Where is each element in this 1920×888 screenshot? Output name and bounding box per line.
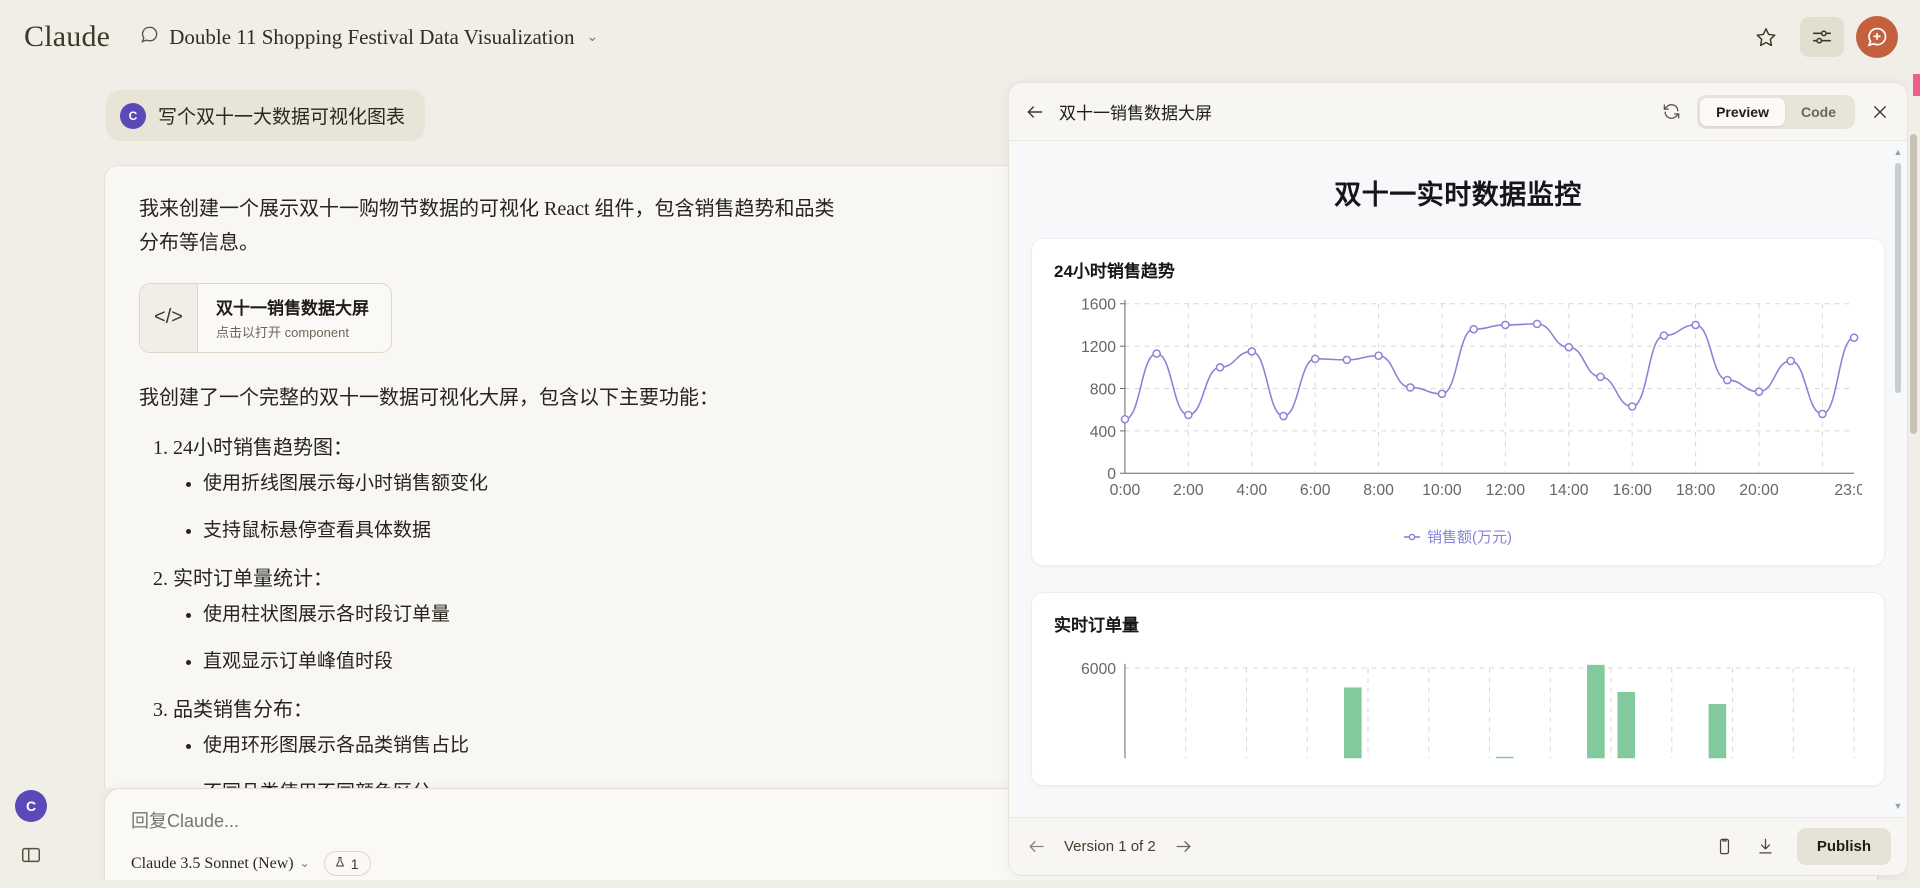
- chart-legend-line: 销售额(万元): [1054, 526, 1862, 551]
- scroll-down-icon[interactable]: ▼: [1893, 801, 1903, 811]
- artifact-footer: Version 1 of 2 Publish: [1009, 817, 1907, 875]
- conversation-title-button[interactable]: Double 11 Shopping Festival Data Visuali…: [140, 25, 598, 50]
- svg-text:6:00: 6:00: [1300, 482, 1331, 499]
- svg-text:12:00: 12:00: [1486, 482, 1526, 499]
- clipboard-icon[interactable]: [1715, 837, 1734, 856]
- conversation-title-text: Double 11 Shopping Festival Data Visuali…: [169, 24, 575, 49]
- sales-trend-chart-card: 24小时销售趋势 0 400 800 1200 1600 0:00 2:00 4:00 6:0…: [1031, 238, 1885, 567]
- artifact-header: 双十一销售数据大屏 Preview Code: [1009, 83, 1907, 141]
- chevron-down-icon: ⌄: [299, 856, 310, 870]
- window-scrollbar[interactable]: [1908, 74, 1920, 888]
- version-prev-button[interactable]: [1027, 837, 1046, 856]
- tab-preview[interactable]: Preview: [1700, 97, 1785, 126]
- svg-text:0: 0: [1107, 466, 1116, 483]
- artifact-scrollbar[interactable]: ▲ ▼: [1893, 147, 1903, 811]
- svg-text:10:00: 10:00: [1422, 482, 1462, 499]
- claude-app-window: Claude Double 11 Shopping Festival Data …: [0, 0, 1920, 888]
- artifact-content: 双十一实时数据监控 24小时销售趋势 0 400 800 1200 1600 0:00 2…: [1009, 141, 1907, 817]
- svg-text:23:00: 23:00: [1834, 482, 1862, 499]
- svg-text:0:00: 0:00: [1110, 482, 1141, 499]
- artifact-chip-subtitle: 点击以打开 component: [216, 324, 349, 340]
- artifact-title: 双十一销售数据大屏: [1059, 104, 1212, 123]
- scroll-up-icon[interactable]: ▲: [1893, 147, 1903, 157]
- svg-text:4:00: 4:00: [1236, 482, 1267, 499]
- version-next-button[interactable]: [1174, 837, 1193, 856]
- svg-text:20:00: 20:00: [1739, 482, 1779, 499]
- svg-text:6000: 6000: [1081, 661, 1116, 678]
- beaker-icon: [334, 855, 346, 872]
- sidebar-toggle-icon[interactable]: [20, 844, 42, 866]
- chevron-down-icon: ⌄: [586, 29, 599, 45]
- model-name: Claude 3.5 Sonnet (New): [131, 854, 294, 872]
- feature-title: 24小时销售趋势图：: [173, 437, 353, 460]
- user-message: C 写个双十一大数据可视化图表: [106, 90, 426, 141]
- svg-text:800: 800: [1090, 381, 1117, 398]
- status-badge[interactable]: 1: [323, 851, 371, 876]
- star-icon[interactable]: [1744, 17, 1788, 57]
- assistant-intro-text: 我来创建一个展示双十一购物节数据的可视化 React 组件，包含销售趋势和品类分…: [139, 198, 835, 255]
- assistant-summary-text: 我创建了一个完整的双十一数据可视化大屏，包含以下主要功能：: [139, 386, 719, 409]
- scroll-track[interactable]: [1895, 163, 1901, 795]
- bottom-strip: [0, 880, 1920, 888]
- artifact-panel: 双十一销售数据大屏 Preview Code 双十一实时数据监控 24小时销售趋…: [1008, 82, 1908, 876]
- user-message-text: 写个双十一大数据可视化图表: [158, 107, 406, 128]
- chart-title-bar: 实时订单量: [1054, 616, 1139, 636]
- top-bar: Claude Double 11 Shopping Festival Data …: [0, 0, 1920, 74]
- version-label: Version 1 of 2: [1064, 838, 1156, 855]
- refresh-icon[interactable]: [1662, 102, 1681, 121]
- model-selector[interactable]: Claude 3.5 Sonnet (New) ⌄: [131, 855, 310, 873]
- tab-code[interactable]: Code: [1785, 98, 1852, 126]
- avatar[interactable]: C: [15, 790, 47, 822]
- artifact-chip-body: 双十一销售数据大屏 点击以打开 component: [198, 284, 391, 352]
- download-icon[interactable]: [1756, 837, 1775, 856]
- chat-bubble-icon: [140, 25, 159, 50]
- svg-text:8:00: 8:00: [1363, 482, 1394, 499]
- svg-text:400: 400: [1090, 424, 1117, 441]
- scroll-thumb[interactable]: [1895, 163, 1901, 393]
- publish-button[interactable]: Publish: [1796, 828, 1891, 865]
- feature-title: 品类销售分布：: [173, 699, 313, 722]
- svg-text:1600: 1600: [1081, 297, 1116, 314]
- order-volume-bar-chart: 6000: [1081, 661, 1855, 759]
- window-scroll-thumb[interactable]: [1910, 134, 1917, 434]
- svg-text:2:00: 2:00: [1173, 482, 1204, 499]
- badge-count: 1: [350, 855, 359, 872]
- svg-text:18:00: 18:00: [1676, 482, 1716, 499]
- app-body: C C 写个双十一大数据可视化图表 我来创建一个展示双十一购物节数据的可视化 R…: [0, 74, 1920, 888]
- preview-code-toggle: Preview Code: [1697, 94, 1855, 129]
- user-avatar: C: [120, 102, 146, 129]
- order-volume-chart-card: 实时订单量 6000: [1031, 592, 1885, 786]
- code-icon: </>: [140, 283, 198, 352]
- new-chat-icon[interactable]: [1856, 16, 1898, 58]
- legend-label-sales: 销售额(万元): [1427, 529, 1512, 547]
- svg-text:14:00: 14:00: [1549, 482, 1589, 499]
- topbar-actions: [1744, 16, 1898, 58]
- legend-marker-icon: [1404, 533, 1420, 541]
- window-corner-accent: [1913, 74, 1920, 96]
- svg-text:16:00: 16:00: [1612, 482, 1652, 499]
- close-icon[interactable]: [1871, 103, 1889, 121]
- sales-trend-line-chart: 0 400 800 1200 1600 0:00 2:00 4:00 6:00 8:00 10:0…: [1081, 297, 1862, 499]
- chart-title-line: 24小时销售趋势: [1054, 262, 1175, 281]
- svg-text:1200: 1200: [1081, 339, 1116, 356]
- artifact-chip-button[interactable]: </> 双十一销售数据大屏 点击以打开 component: [139, 282, 392, 353]
- left-rail: C: [0, 74, 62, 888]
- version-navigation: Version 1 of 2: [1027, 837, 1193, 856]
- sliders-icon[interactable]: [1800, 17, 1844, 57]
- artifact-chip-title: 双十一销售数据大屏: [216, 298, 369, 318]
- claude-logo: Claude: [24, 20, 111, 53]
- feature-title: 实时订单量统计：: [173, 568, 333, 591]
- arrow-left-icon[interactable]: [1025, 102, 1059, 122]
- dashboard-title: 双十一实时数据监控: [1334, 180, 1582, 210]
